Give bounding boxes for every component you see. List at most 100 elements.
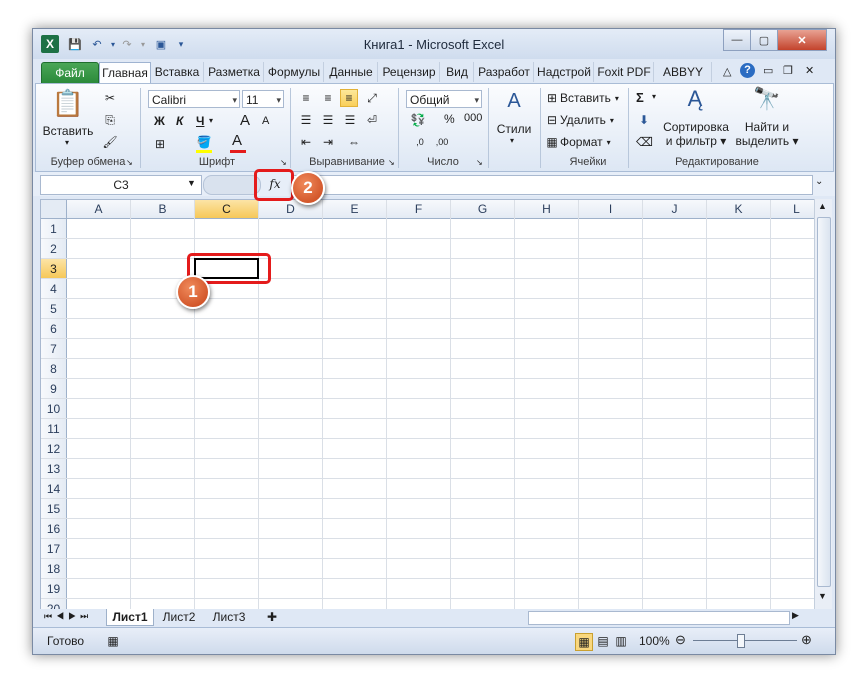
- tab-review[interactable]: Рецензир: [379, 62, 440, 82]
- expand-formula-bar-icon[interactable]: ⌄: [815, 176, 823, 187]
- currency-icon[interactable]: 💱: [410, 112, 426, 128]
- tab-formulas[interactable]: Формулы: [265, 62, 324, 82]
- column-header-b[interactable]: B: [131, 200, 195, 219]
- zoom-in-icon[interactable]: ⊕: [801, 632, 812, 648]
- autosum-dropdown-icon[interactable]: ▾: [652, 92, 656, 101]
- tab-page-layout[interactable]: Разметка: [205, 62, 264, 82]
- tab-foxit-pdf[interactable]: Foxit PDF: [595, 62, 654, 82]
- scroll-down-icon[interactable]: ▼: [818, 591, 827, 601]
- row-header-9[interactable]: 9: [41, 379, 67, 399]
- row-header-2[interactable]: 2: [41, 239, 67, 259]
- row-header-5[interactable]: 5: [41, 299, 67, 319]
- name-box-dropdown-icon[interactable]: ▼: [187, 178, 196, 188]
- close-button[interactable]: ✕: [777, 29, 827, 51]
- row-header-17[interactable]: 17: [41, 539, 67, 559]
- sheet-tab-1[interactable]: Лист1: [106, 609, 154, 626]
- font-name-select[interactable]: Calibri: [148, 90, 240, 109]
- tab-addins[interactable]: Надстрой: [535, 62, 594, 82]
- row-header-16[interactable]: 16: [41, 519, 67, 539]
- paste-icon[interactable]: 📋: [50, 88, 86, 118]
- zoom-out-icon[interactable]: ⊖: [675, 632, 686, 648]
- normal-view-icon[interactable]: ▦: [575, 633, 593, 651]
- align-right-icon[interactable]: ☰: [342, 112, 358, 128]
- tab-abbyy-pdf[interactable]: ABBYY PD: [655, 62, 712, 99]
- select-all-button[interactable]: [41, 200, 67, 219]
- tab-developer[interactable]: Разработ: [475, 62, 534, 82]
- column-header-j[interactable]: J: [643, 200, 707, 219]
- sheet-tab-2[interactable]: Лист2: [156, 609, 202, 625]
- shrink-font-button[interactable]: A: [262, 115, 269, 127]
- scroll-right-icon[interactable]: ▶: [792, 610, 799, 621]
- zoom-slider-track[interactable]: [693, 640, 797, 641]
- row-header-12[interactable]: 12: [41, 439, 67, 459]
- underline-dropdown-icon[interactable]: ▾: [209, 116, 213, 125]
- format-painter-icon[interactable]: 🖌: [102, 134, 118, 150]
- paste-dropdown-icon[interactable]: ▾: [65, 138, 69, 147]
- row-header-13[interactable]: 13: [41, 459, 67, 479]
- row-header-8[interactable]: 8: [41, 359, 67, 379]
- fill-color-icon[interactable]: 🪣: [196, 134, 212, 150]
- row-header-7[interactable]: 7: [41, 339, 67, 359]
- decrease-decimal-icon[interactable]: ,00: [434, 134, 450, 150]
- font-launcher-icon[interactable]: ↘: [280, 158, 287, 167]
- row-header-18[interactable]: 18: [41, 559, 67, 579]
- align-center-icon[interactable]: ☰: [320, 112, 336, 128]
- column-header-f[interactable]: F: [387, 200, 451, 219]
- number-format-select[interactable]: Общий: [406, 90, 482, 109]
- scroll-up-icon[interactable]: ▲: [818, 201, 827, 211]
- scroll-thumb[interactable]: [817, 217, 831, 587]
- thousands-button[interactable]: 000: [464, 112, 482, 124]
- row-header-19[interactable]: 19: [41, 579, 67, 599]
- align-top-icon[interactable]: ≡: [298, 90, 314, 106]
- doc-close-icon[interactable]: ✕: [805, 64, 814, 77]
- worksheet-grid[interactable]: A B C D E F G H I J K L 1 2 3 4 5 6 7 8 …: [40, 199, 824, 611]
- font-size-select[interactable]: 11: [242, 90, 284, 109]
- tab-view[interactable]: Вид: [441, 62, 474, 82]
- column-header-g[interactable]: G: [451, 200, 515, 219]
- find-select-button[interactable]: Найти и выделить ▾: [734, 120, 800, 148]
- tab-home[interactable]: Главная: [99, 62, 151, 84]
- align-left-icon[interactable]: ☰: [298, 112, 314, 128]
- styles-icon[interactable]: A: [502, 90, 526, 114]
- tab-file[interactable]: Файл: [41, 62, 99, 84]
- column-header-h[interactable]: H: [515, 200, 579, 219]
- orientation-icon[interactable]: ⤢: [364, 90, 380, 106]
- zoom-slider-thumb[interactable]: [737, 634, 745, 648]
- column-header-i[interactable]: I: [579, 200, 643, 219]
- insert-cells-button[interactable]: ⊞ Вставить ▾: [544, 90, 619, 106]
- tab-insert[interactable]: Вставка: [151, 62, 204, 82]
- clipboard-launcher-icon[interactable]: ↘: [126, 158, 133, 167]
- row-header-6[interactable]: 6: [41, 319, 67, 339]
- column-header-a[interactable]: A: [67, 200, 131, 219]
- sort-filter-icon[interactable]: Ą: [680, 86, 710, 116]
- fill-icon[interactable]: ⬇: [636, 112, 652, 128]
- styles-button[interactable]: Стили: [492, 122, 536, 136]
- formula-input[interactable]: [291, 175, 813, 195]
- macro-record-icon[interactable]: ▦: [105, 633, 121, 649]
- decrease-indent-icon[interactable]: ⇤: [298, 134, 314, 150]
- styles-dropdown-icon[interactable]: ▾: [510, 136, 514, 145]
- vertical-scrollbar[interactable]: ▲ ▼: [814, 199, 832, 609]
- column-header-e[interactable]: E: [323, 200, 387, 219]
- underline-button[interactable]: Ч: [196, 114, 204, 128]
- borders-icon[interactable]: ⊞: [152, 136, 168, 152]
- format-cells-button[interactable]: ▦ Формат ▾: [544, 134, 610, 150]
- minimize-button[interactable]: —: [723, 29, 751, 51]
- row-header-15[interactable]: 15: [41, 499, 67, 519]
- row-header-4[interactable]: 4: [41, 279, 67, 299]
- help-icon[interactable]: ?: [740, 63, 755, 78]
- clear-icon[interactable]: ⌫: [636, 134, 653, 150]
- merge-center-icon[interactable]: ⇔: [346, 134, 362, 150]
- page-break-view-icon[interactable]: ▥: [613, 633, 629, 649]
- font-color-icon[interactable]: A: [232, 132, 242, 149]
- row-header-14[interactable]: 14: [41, 479, 67, 499]
- grow-font-button[interactable]: A: [240, 112, 250, 129]
- align-bottom-icon[interactable]: ≡: [340, 89, 358, 107]
- paste-button[interactable]: Вставить: [42, 124, 94, 138]
- row-header-1[interactable]: 1: [41, 219, 67, 239]
- sheet-tab-3[interactable]: Лист3: [206, 609, 252, 625]
- page-layout-view-icon[interactable]: ▤: [595, 633, 611, 649]
- doc-minimize-icon[interactable]: ▭: [763, 64, 773, 77]
- wrap-text-icon[interactable]: ⏎: [364, 112, 380, 128]
- find-select-icon[interactable]: 🔭: [752, 86, 782, 116]
